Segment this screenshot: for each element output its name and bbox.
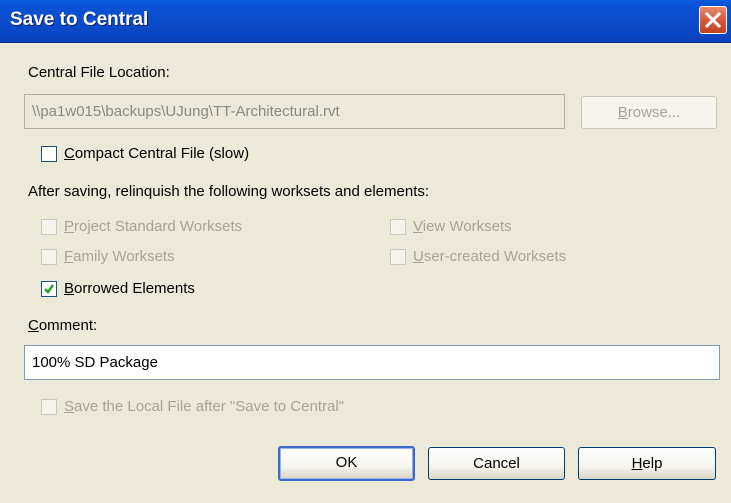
view-worksets-label: View Worksets bbox=[413, 218, 512, 235]
cancel-button[interactable]: Cancel bbox=[428, 447, 565, 480]
borrowed-elements-label[interactable]: Borrowed Elements bbox=[64, 280, 195, 297]
relinquish-heading: After saving, relinquish the following w… bbox=[28, 183, 430, 200]
central-file-location-label: Central File Location: bbox=[28, 64, 170, 81]
view-worksets-checkbox bbox=[390, 219, 406, 235]
checkmark-icon bbox=[44, 284, 54, 294]
family-worksets-checkbox bbox=[41, 249, 57, 265]
ok-button[interactable]: OK bbox=[278, 446, 415, 481]
browse-button: Browse... bbox=[581, 96, 717, 129]
family-worksets-label: Family Worksets bbox=[64, 248, 175, 265]
title-bar[interactable]: Save to Central bbox=[0, 0, 731, 43]
comment-label: Comment: bbox=[28, 317, 98, 334]
help-button[interactable]: Help bbox=[578, 447, 716, 480]
project-standard-worksets-checkbox bbox=[41, 219, 57, 235]
comment-input[interactable]: 100% SD Package bbox=[24, 345, 720, 380]
save-local-file-label: Save the Local File after "Save to Centr… bbox=[64, 398, 344, 415]
close-button[interactable] bbox=[699, 6, 727, 34]
close-icon bbox=[705, 12, 721, 28]
user-created-worksets-checkbox bbox=[390, 249, 406, 265]
compact-central-file-label[interactable]: Compact Central File (slow) bbox=[64, 145, 249, 162]
central-file-path-field: \\pa1w015\backups\UJung\TT-Architectural… bbox=[24, 94, 565, 129]
project-standard-worksets-label: Project Standard Worksets bbox=[64, 218, 243, 235]
compact-central-file-checkbox[interactable] bbox=[41, 146, 57, 162]
user-created-worksets-label: User-created Worksets bbox=[413, 248, 567, 265]
borrowed-elements-checkbox[interactable] bbox=[41, 281, 57, 297]
window-title: Save to Central bbox=[10, 9, 149, 30]
save-local-file-checkbox bbox=[41, 399, 57, 415]
